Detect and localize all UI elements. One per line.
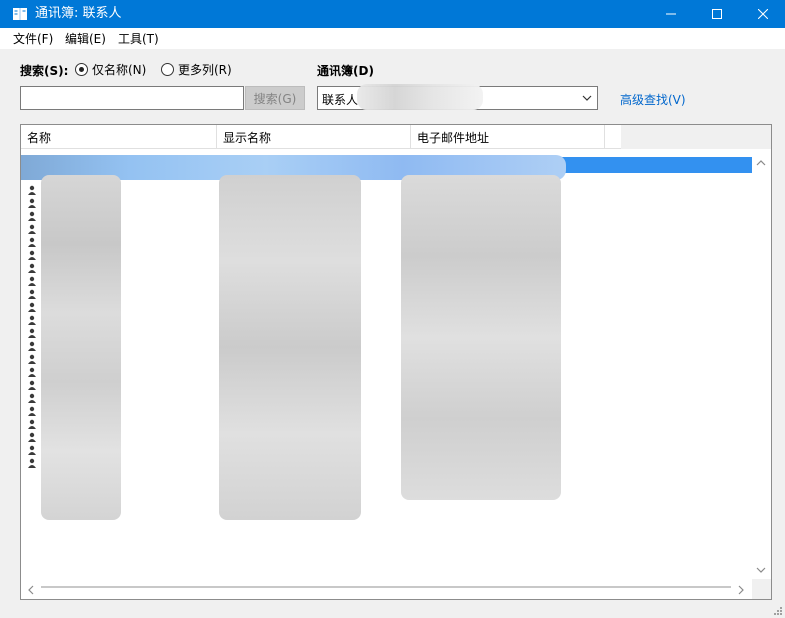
search-button[interactable]: 搜索(G) bbox=[245, 86, 305, 110]
contact-icon bbox=[28, 432, 36, 442]
close-button[interactable] bbox=[740, 0, 785, 28]
menu-bar: 文件(F) 编辑(E) 工具(T) bbox=[0, 28, 785, 49]
contact-icon bbox=[28, 419, 36, 429]
radio-name-only-label: 仅名称(N) bbox=[92, 63, 147, 77]
contact-icon bbox=[28, 406, 36, 416]
address-book-label: 通讯簿(D) bbox=[317, 64, 374, 78]
window-title: 通讯簿: 联系人 bbox=[35, 6, 122, 21]
horizontal-scrollbar[interactable] bbox=[21, 579, 752, 599]
vertical-scrollbar[interactable] bbox=[752, 153, 771, 579]
radio-name-only[interactable]: 仅名称(N) bbox=[75, 61, 146, 78]
contact-icon bbox=[28, 185, 36, 195]
contact-icon bbox=[28, 367, 36, 377]
scroll-down-icon[interactable] bbox=[756, 566, 766, 574]
contact-icon bbox=[28, 445, 36, 455]
menu-edit[interactable]: 编辑(E) bbox=[65, 31, 106, 47]
contact-icon bbox=[28, 458, 36, 468]
column-header-filler bbox=[621, 125, 771, 149]
scrollbar-corner bbox=[752, 579, 771, 599]
contact-icon bbox=[28, 198, 36, 208]
chevron-down-icon bbox=[582, 95, 592, 101]
contact-icon bbox=[28, 289, 36, 299]
list-header: 名称 显示名称 电子邮件地址 bbox=[21, 125, 771, 149]
radio-more-columns-label: 更多列(R) bbox=[178, 63, 232, 77]
contact-icon bbox=[28, 380, 36, 390]
contacts-list[interactable]: 名称 显示名称 电子邮件地址 bbox=[20, 124, 772, 600]
menu-tools[interactable]: 工具(T) bbox=[118, 31, 159, 47]
radio-checked-icon bbox=[75, 63, 88, 76]
minimize-button[interactable] bbox=[648, 0, 694, 28]
contact-icon bbox=[28, 263, 36, 273]
scroll-up-icon[interactable] bbox=[756, 159, 766, 167]
column-header-name[interactable]: 名称 bbox=[21, 125, 217, 149]
contact-icon bbox=[28, 237, 36, 247]
contact-icon bbox=[28, 302, 36, 312]
column-header-display-name[interactable]: 显示名称 bbox=[217, 125, 411, 149]
maximize-icon bbox=[712, 9, 722, 19]
search-label: 搜索(S): bbox=[20, 64, 69, 78]
contact-icon bbox=[28, 328, 36, 338]
contact-icon bbox=[28, 315, 36, 325]
redacted-blur bbox=[41, 175, 121, 520]
redacted-blur bbox=[357, 84, 483, 110]
contact-icon bbox=[28, 393, 36, 403]
address-book-icon bbox=[13, 8, 27, 20]
address-book-selected-value: 联系人 bbox=[322, 93, 359, 107]
contact-icon bbox=[28, 276, 36, 286]
address-book-window: 通讯簿: 联系人 文件(F) 编辑(E) 工具(T) 搜索(S): 仅名称(N)… bbox=[0, 0, 785, 618]
contact-icon bbox=[28, 354, 36, 364]
contact-icon bbox=[28, 341, 36, 351]
scroll-left-icon[interactable] bbox=[27, 585, 35, 595]
contact-icon bbox=[28, 250, 36, 260]
redacted-blur bbox=[219, 175, 361, 520]
scroll-right-icon[interactable] bbox=[737, 585, 745, 595]
search-input[interactable] bbox=[20, 86, 244, 110]
menu-file[interactable]: 文件(F) bbox=[13, 31, 53, 47]
close-icon bbox=[758, 9, 768, 19]
radio-unchecked-icon bbox=[161, 63, 174, 76]
radio-more-columns[interactable]: 更多列(R) bbox=[161, 61, 232, 78]
resize-grip-icon[interactable] bbox=[773, 606, 783, 616]
title-bar[interactable]: 通讯簿: 联系人 bbox=[0, 0, 785, 28]
maximize-button[interactable] bbox=[694, 0, 740, 28]
horizontal-scroll-thumb[interactable] bbox=[41, 586, 731, 588]
contact-icon bbox=[28, 224, 36, 234]
redacted-blur bbox=[401, 175, 561, 500]
contact-icon bbox=[28, 211, 36, 221]
column-header-email[interactable]: 电子邮件地址 bbox=[411, 125, 605, 149]
advanced-find-link[interactable]: 高级查找(V) bbox=[620, 91, 686, 108]
minimize-icon bbox=[666, 13, 676, 15]
